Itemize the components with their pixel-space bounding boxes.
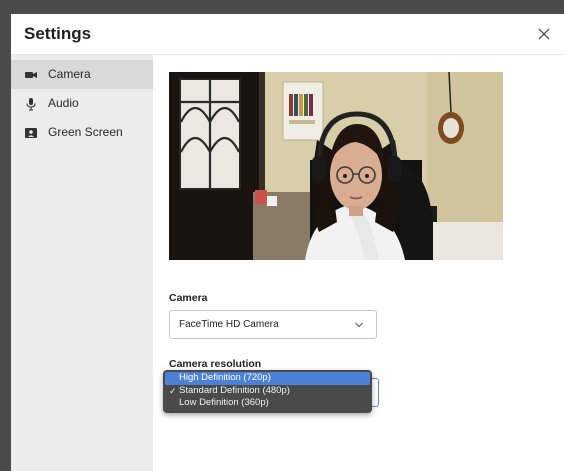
sidebar-item-green-screen[interactable]: Green Screen — [11, 118, 153, 147]
camera-select[interactable]: FaceTime HD Camera — [169, 310, 377, 339]
dialog-header: Settings — [11, 14, 564, 55]
checkmark-icon: ✓ — [169, 385, 177, 396]
option-label: Standard Definition (480p) — [179, 384, 290, 396]
sidebar-item-label: Camera — [48, 67, 91, 81]
dialog-title: Settings — [24, 24, 92, 43]
resolution-option-360p[interactable]: Low Definition (360p) — [165, 397, 370, 410]
window-backdrop-top — [0, 0, 564, 14]
app-window: Settings Camera Audio Green Screen Camer… — [0, 0, 564, 471]
camera-select-value: FaceTime HD Camera — [179, 319, 279, 330]
sidebar-item-camera[interactable]: Camera — [11, 60, 153, 89]
microphone-icon — [26, 98, 36, 111]
sidebar-item-label: Audio — [48, 96, 79, 110]
camera-preview — [169, 72, 503, 260]
resolution-dropdown-menu: High Definition (720p) ✓ Standard Defini… — [163, 370, 372, 413]
settings-content: Camera FaceTime HD Camera Camera resolut… — [153, 55, 564, 471]
option-label: High Definition (720p) — [179, 372, 271, 383]
resolution-option-720p[interactable]: High Definition (720p) — [165, 372, 370, 385]
sidebar-item-label: Green Screen — [48, 125, 123, 139]
sidebar-item-audio[interactable]: Audio — [11, 89, 153, 118]
camera-preview-image — [169, 72, 503, 260]
camera-select-label: Camera — [169, 292, 208, 304]
option-label: Low Definition (360p) — [179, 397, 269, 408]
camera-icon — [25, 72, 37, 78]
green-screen-icon — [25, 128, 37, 138]
close-icon — [538, 28, 550, 40]
chevron-down-icon — [355, 322, 363, 328]
settings-dialog: Settings Camera Audio Green Screen Camer… — [11, 14, 564, 471]
settings-sidebar: Camera Audio Green Screen — [11, 55, 153, 471]
window-backdrop-left — [0, 0, 11, 471]
resolution-select-label: Camera resolution — [169, 358, 262, 370]
close-button[interactable] — [534, 24, 554, 44]
resolution-option-480p[interactable]: ✓ Standard Definition (480p) — [165, 385, 370, 398]
